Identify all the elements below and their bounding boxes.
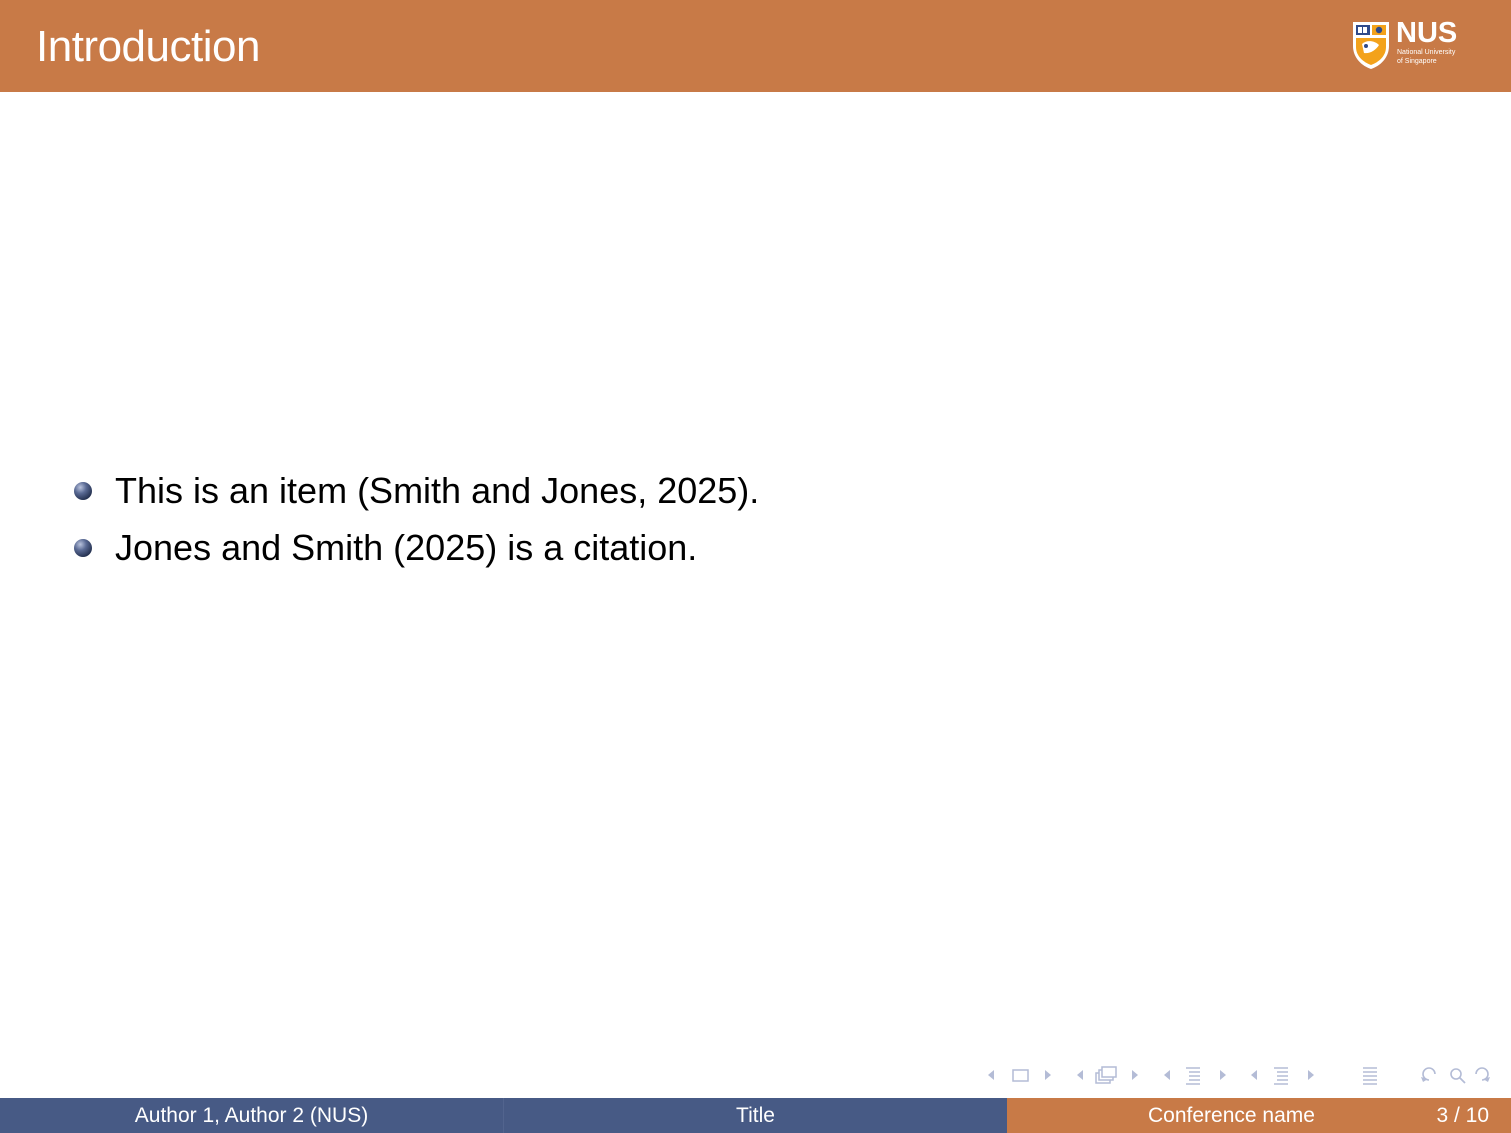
nus-logo-subtitle-line2: of Singapore xyxy=(1397,58,1437,65)
list-item-text: Jones and Smith (2025) is a citation. xyxy=(115,526,698,568)
search-icon xyxy=(1450,1068,1462,1080)
footline: Author 1, Author 2 (NUS) Title Conferenc… xyxy=(0,1098,1511,1133)
arrow-right-icon xyxy=(1045,1070,1051,1080)
list-item: This is an item (Smith and Jones, 2025). xyxy=(74,462,759,519)
document-icon xyxy=(1274,1067,1288,1085)
arrow-left-icon xyxy=(988,1070,994,1080)
list-item: Jones and Smith (2025) is a citation. xyxy=(74,519,759,576)
arrow-left-icon xyxy=(1077,1070,1083,1080)
section-icon xyxy=(1186,1067,1200,1085)
footer-title: Title xyxy=(503,1098,1007,1133)
footer-conference: Conference name xyxy=(1148,1103,1315,1127)
footer-conference-block: Conference name 3 / 10 xyxy=(1007,1098,1511,1133)
arrow-left-icon xyxy=(1251,1070,1257,1080)
ball-bullet-icon xyxy=(74,481,92,500)
arrow-right-icon xyxy=(1132,1070,1138,1080)
ball-bullet-icon xyxy=(74,538,92,557)
footer-author: Author 1, Author 2 (NUS) xyxy=(0,1098,503,1133)
frame-icon xyxy=(1012,1069,1029,1082)
nus-crest-icon xyxy=(1353,22,1389,69)
nus-logo-subtitle: National University of Singapore xyxy=(1397,48,1477,66)
nus-wordmark: NUS xyxy=(1396,17,1458,49)
frame-header: Introduction NUS National University of … xyxy=(0,0,1511,92)
itemize-list: This is an item (Smith and Jones, 2025).… xyxy=(74,462,759,576)
align-icon xyxy=(1363,1067,1377,1085)
frame-title: Introduction xyxy=(36,22,260,71)
arrow-left-icon xyxy=(1164,1070,1170,1080)
nus-logo-subtitle-line1: National University xyxy=(1397,49,1456,56)
nus-logo: NUS National University of Singapore xyxy=(1352,18,1472,72)
slide: Introduction NUS National University of … xyxy=(0,0,1511,1133)
arrow-right-icon xyxy=(1308,1070,1314,1080)
arrow-right-icon xyxy=(1220,1070,1226,1080)
page-number: 3 / 10 xyxy=(1436,1103,1489,1127)
navigation-symbols xyxy=(988,1066,1490,1085)
list-item-text: This is an item (Smith and Jones, 2025). xyxy=(115,469,760,511)
beamer-navigation-bar xyxy=(985,1064,1505,1086)
